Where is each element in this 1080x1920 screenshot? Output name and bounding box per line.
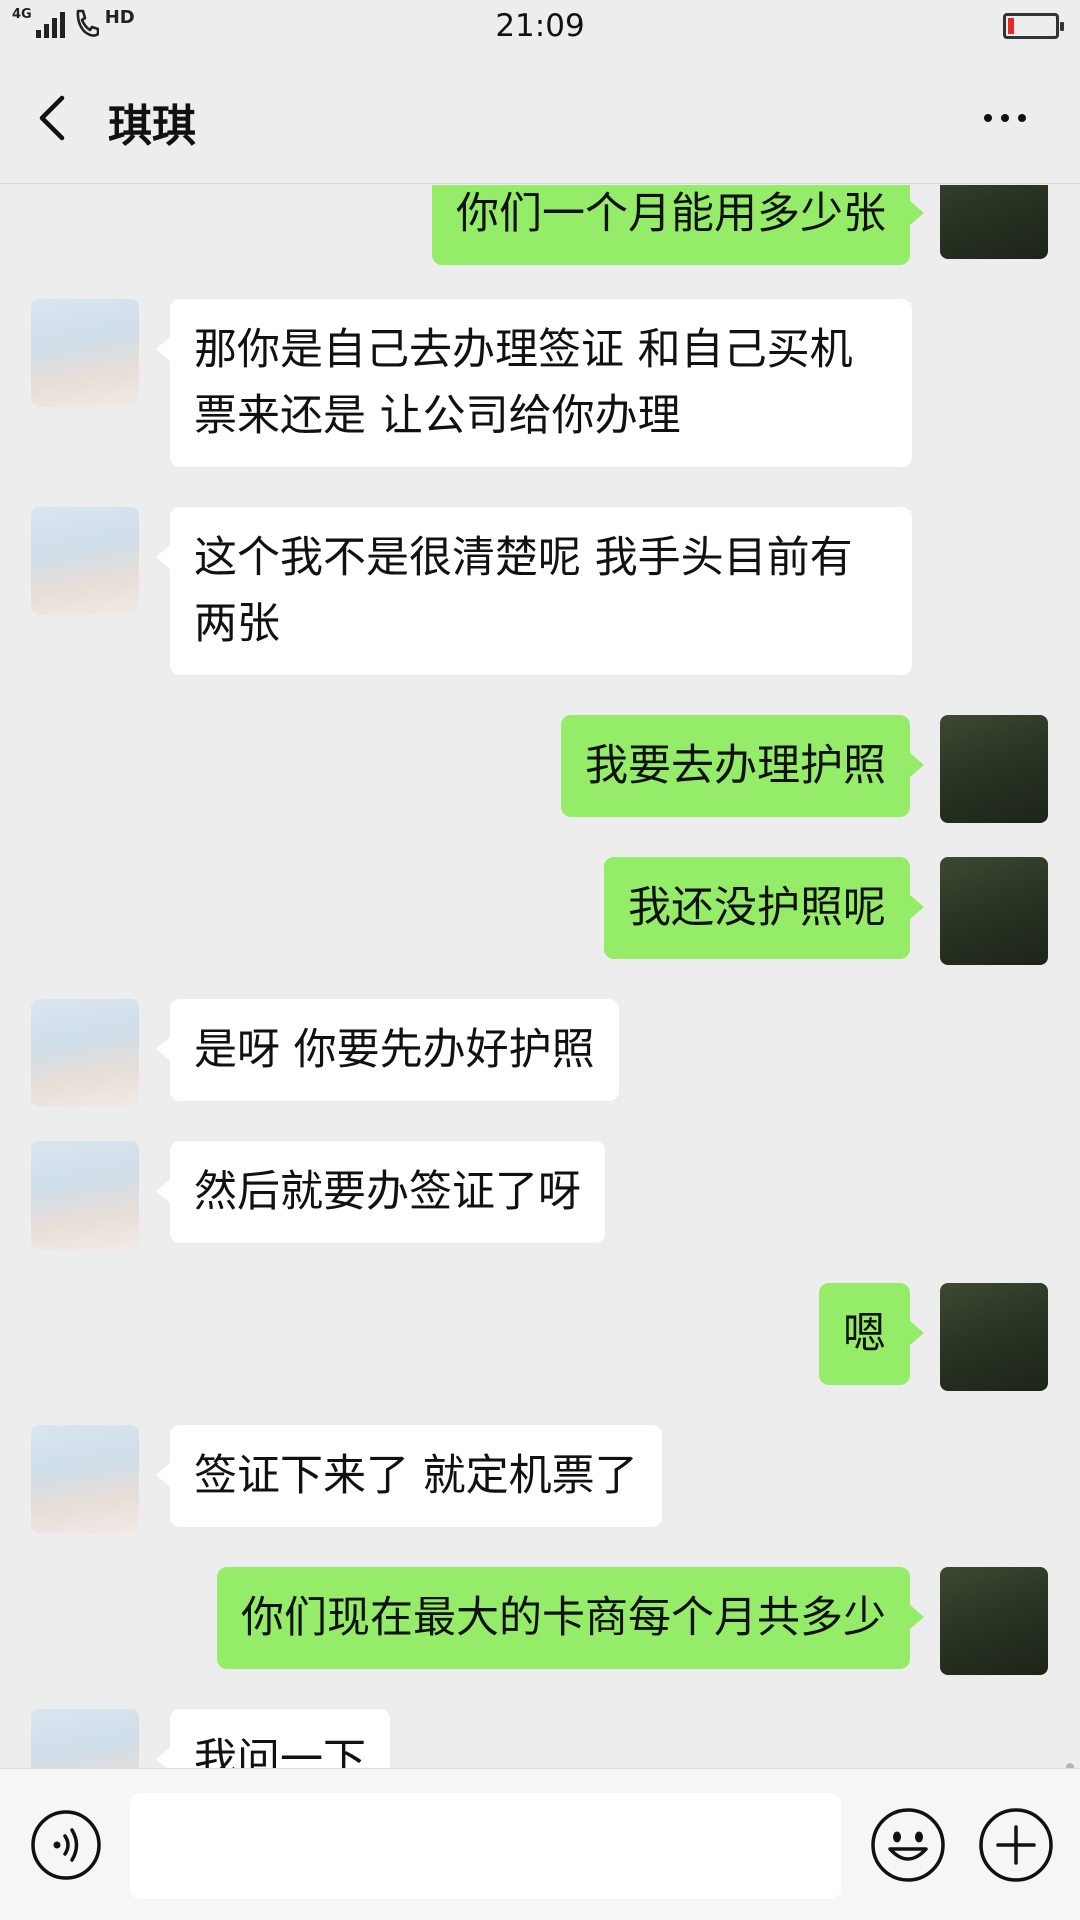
contact-avatar[interactable] <box>31 1709 139 1768</box>
more-button[interactable] <box>970 88 1040 148</box>
message-bubble[interactable]: 我问一下 <box>156 1709 390 1768</box>
emoji-button[interactable] <box>870 1807 946 1883</box>
input-bar <box>0 1768 1080 1920</box>
more-functions-button[interactable] <box>978 1807 1054 1883</box>
status-time: 21:09 <box>495 8 585 44</box>
contact-avatar[interactable] <box>31 1141 139 1249</box>
chat-title: 琪琪 <box>108 101 196 152</box>
contact-avatar[interactable] <box>31 507 139 615</box>
contact-avatar[interactable] <box>31 299 139 407</box>
voice-icon <box>31 1810 101 1880</box>
status-bar: 4G HD 21:09 <box>0 0 1080 54</box>
message-bubble[interactable]: 那你是自己去办理签证 和自己买机票来还是 让公司给你办理 <box>156 299 912 467</box>
emoji-icon <box>871 1808 945 1882</box>
message-bubble[interactable]: 是呀 你要先办好护照 <box>156 999 619 1101</box>
voice-button[interactable] <box>30 1809 102 1881</box>
more-dots-icon <box>984 114 992 122</box>
chat-header: 琪琪 <box>0 54 1080 184</box>
chevron-left-icon <box>39 95 65 141</box>
my-avatar[interactable] <box>940 185 1048 259</box>
plus-icon <box>979 1808 1053 1882</box>
message-bubble[interactable]: 然后就要办签证了呀 <box>156 1141 605 1243</box>
message-bubble[interactable]: 你们现在最大的卡商每个月共多少 <box>217 1567 924 1669</box>
back-button[interactable] <box>26 88 86 148</box>
message-bubble[interactable]: 签证下来了 就定机票了 <box>156 1425 662 1527</box>
message-bubble[interactable]: 这个我不是很清楚呢 我手头目前有两张 <box>156 507 912 675</box>
message-bubble[interactable]: 我还没护照呢 <box>604 857 924 959</box>
contact-avatar[interactable] <box>31 999 139 1107</box>
my-avatar[interactable] <box>940 1567 1048 1675</box>
my-avatar[interactable] <box>940 857 1048 965</box>
battery-level <box>1008 18 1014 34</box>
message-input[interactable] <box>130 1793 841 1899</box>
message-bubble[interactable]: 你们一个月能用多少张 <box>432 185 924 265</box>
chat-list[interactable]: 你们一个月能用多少张 那你是自己去办理签证 和自己买机票来还是 让公司给你办理 … <box>0 185 1080 1768</box>
battery-icon <box>1003 13 1064 39</box>
message-bubble[interactable]: 我要去办理护照 <box>561 715 924 817</box>
my-avatar[interactable] <box>940 1283 1048 1391</box>
contact-avatar[interactable] <box>31 1425 139 1533</box>
my-avatar[interactable] <box>940 715 1048 823</box>
message-bubble[interactable]: 嗯 <box>819 1283 924 1385</box>
